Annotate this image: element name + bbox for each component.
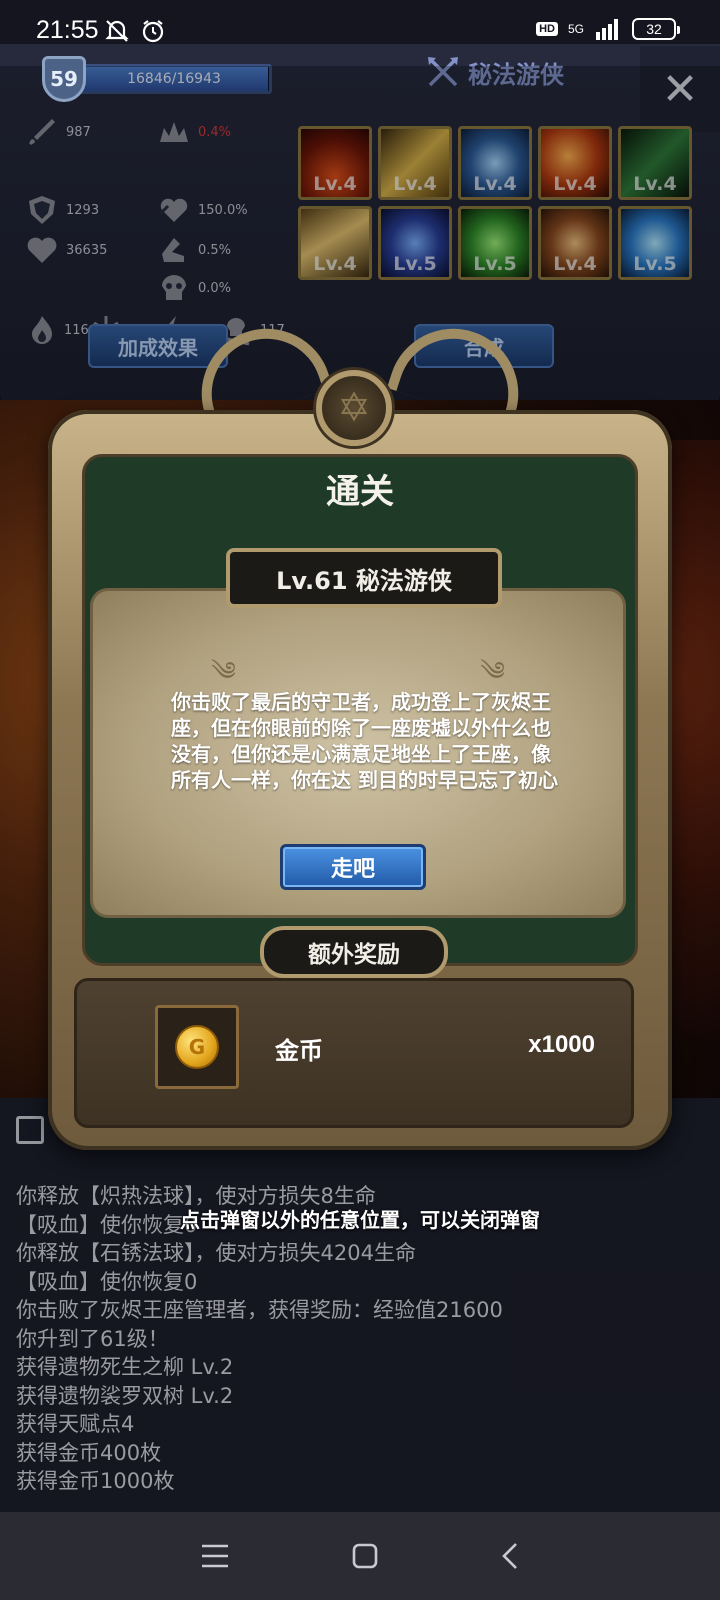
menu-icon[interactable] (200, 1543, 230, 1569)
home-icon[interactable] (351, 1542, 379, 1570)
go-button[interactable]: 走吧 (280, 844, 426, 890)
stage-clear-dialog: 通关 ༄ ༄ 你击败了最后的守卫者，成功登上了灰烬王座，但在你眼前的除了一座废墟… (34, 311, 686, 1170)
network-label: 5G (567, 22, 584, 36)
alarm-icon (142, 20, 164, 43)
back-icon[interactable] (500, 1542, 520, 1570)
signal-icon (596, 19, 618, 40)
status-right: HD 5G 32 (536, 18, 680, 40)
navigation-bar (0, 1512, 720, 1600)
gold-coin-icon: G (175, 1025, 219, 1069)
status-icons (104, 18, 166, 44)
reward-area: G 金币 x1000 (74, 978, 634, 1128)
extra-reward-banner: 额外奖励 (260, 926, 448, 978)
battery-level: 32 (646, 21, 662, 37)
status-time: 21:55 (36, 16, 99, 44)
level-value: 59 (50, 67, 78, 91)
reward-name: 金币 (275, 1037, 323, 1065)
dialog-title: 通关 (326, 472, 394, 512)
hexagram-emblem-icon (316, 370, 392, 446)
bell-off-icon (105, 20, 129, 42)
level-badge: 59 (42, 56, 86, 102)
level-class-banner: Lv.61 秘法游侠 (226, 548, 502, 608)
reward-quantity: x1000 (528, 1031, 595, 1058)
battery-icon: 32 (632, 18, 680, 40)
story-text: 你击败了最后的守卫者，成功登上了灰烬王座，但在你眼前的除了一座废墟以外什么也没有… (171, 690, 558, 792)
hd-badge: HD (536, 22, 558, 36)
coin-letter: G (188, 1035, 206, 1059)
reward-slot[interactable]: G (155, 1005, 239, 1089)
close-hint: 点击弹窗以外的任意位置，可以关闭弹窗 (180, 1208, 540, 1232)
